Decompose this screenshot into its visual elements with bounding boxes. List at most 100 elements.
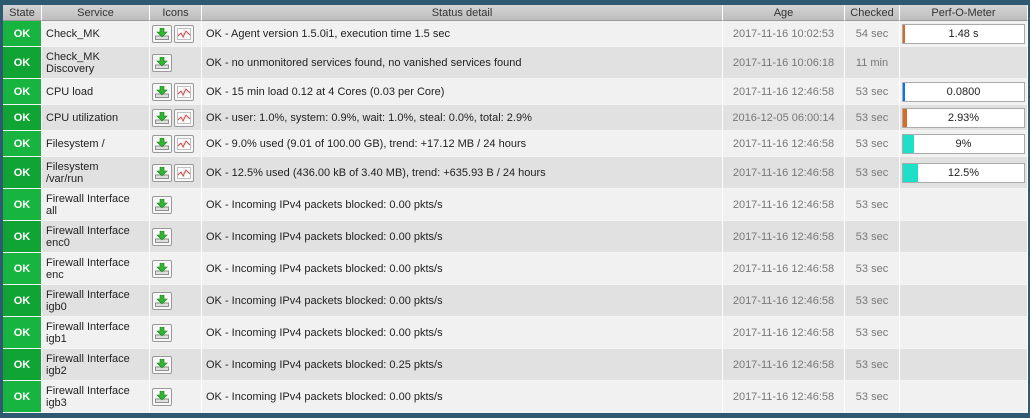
service-name-line1: Firewall Interface	[46, 352, 130, 365]
last-checked: 53 sec	[845, 131, 900, 157]
service-name-line2: enc0	[46, 236, 70, 249]
status-detail: OK - Incoming IPv4 packets blocked: 0.00…	[202, 381, 723, 413]
table-row: OK Firewall Interface enc OK - Incoming IPv…	[3, 253, 1028, 285]
service-name[interactable]: Check_MK Discovery	[42, 47, 150, 79]
icons-cell	[150, 47, 202, 79]
graph-icon[interactable]	[174, 24, 194, 43]
status-badge[interactable]: OK	[3, 381, 42, 413]
service-name-line1: Firewall Interface	[46, 224, 130, 237]
service-name-line1: Check_MK	[46, 50, 100, 63]
table-row: OK Filesystem / OK - 9.0% used (9.01 of 10…	[3, 131, 1028, 157]
action-icon[interactable]	[152, 259, 172, 278]
perf-o-meter-cell	[900, 317, 1028, 349]
last-checked: 54 sec	[845, 21, 900, 47]
service-name[interactable]: Filesystem /	[42, 131, 150, 157]
last-checked: 53 sec	[845, 157, 900, 189]
service-name-line1: Firewall Interface	[46, 320, 130, 333]
age-timestamp: 2017-11-16 12:46:58	[723, 381, 845, 413]
perf-o-meter-cell: 0.0800	[900, 79, 1028, 105]
col-header-checked[interactable]: Checked	[845, 5, 900, 21]
service-name[interactable]: Filesystem/var/run	[42, 157, 150, 189]
perf-o-meter[interactable]: 0.0800	[902, 81, 1025, 102]
service-name[interactable]: CPU utilization	[42, 105, 150, 131]
action-icon[interactable]	[152, 134, 172, 153]
col-header-service[interactable]: Service	[42, 5, 150, 21]
perf-o-meter-cell	[900, 253, 1028, 285]
perf-o-meter[interactable]: 1.48 s	[902, 23, 1025, 44]
action-icon[interactable]	[152, 108, 172, 127]
action-icon[interactable]	[152, 195, 172, 214]
age-timestamp: 2017-11-16 10:02:53	[723, 21, 845, 47]
icons-cell	[150, 349, 202, 381]
action-icon[interactable]	[152, 24, 172, 43]
status-badge[interactable]: OK	[3, 157, 42, 189]
col-header-perf-o-meter[interactable]: Perf-O-Meter	[900, 5, 1028, 21]
status-badge[interactable]: OK	[3, 47, 42, 79]
status-badge[interactable]: OK	[3, 21, 42, 47]
service-name-line1: Check_MK	[46, 27, 100, 40]
action-icon[interactable]	[152, 227, 172, 246]
icons-cell	[150, 131, 202, 157]
graph-icon[interactable]	[174, 82, 194, 101]
perf-o-meter-cell	[900, 221, 1028, 253]
service-name-line1: Firewall Interface	[46, 288, 130, 301]
icons-cell	[150, 79, 202, 105]
icons-cell	[150, 221, 202, 253]
action-icon[interactable]	[152, 82, 172, 101]
status-badge[interactable]: OK	[3, 79, 42, 105]
last-checked: 53 sec	[845, 105, 900, 131]
perf-o-meter-cell: 9%	[900, 131, 1028, 157]
action-icon[interactable]	[152, 387, 172, 406]
age-timestamp: 2017-11-16 12:46:58	[723, 131, 845, 157]
perf-o-meter-cell	[900, 47, 1028, 79]
perf-o-meter[interactable]: 2.93%	[902, 107, 1025, 128]
status-detail: OK - 12.5% used (436.00 kB of 3.40 MB), …	[202, 157, 723, 189]
service-name[interactable]: Firewall Interface all	[42, 189, 150, 221]
last-checked: 53 sec	[845, 381, 900, 413]
last-checked: 53 sec	[845, 189, 900, 221]
col-header-status-detail[interactable]: Status detail	[202, 5, 723, 21]
status-badge[interactable]: OK	[3, 285, 42, 317]
status-detail: OK - Incoming IPv4 packets blocked: 0.00…	[202, 285, 723, 317]
service-name[interactable]: Check_MK	[42, 21, 150, 47]
service-name[interactable]: Firewall Interface igb0	[42, 285, 150, 317]
status-badge[interactable]: OK	[3, 317, 42, 349]
perf-o-meter-value: 0.0800	[946, 85, 981, 98]
action-icon[interactable]	[152, 355, 172, 374]
icons-cell	[150, 253, 202, 285]
service-name[interactable]: Firewall Interface enc0	[42, 221, 150, 253]
status-badge[interactable]: OK	[3, 189, 42, 221]
graph-icon[interactable]	[174, 163, 194, 182]
status-badge[interactable]: OK	[3, 105, 42, 131]
status-badge[interactable]: OK	[3, 349, 42, 381]
service-name[interactable]: Firewall Interface igb1	[42, 317, 150, 349]
col-header-icons[interactable]: Icons	[150, 5, 202, 21]
status-detail: OK - Incoming IPv4 packets blocked: 0.00…	[202, 189, 723, 221]
perf-o-meter[interactable]: 12.5%	[902, 162, 1025, 183]
table-body: OK Check_MK OK - Agent version 1.5.0i1, ex…	[3, 21, 1028, 413]
icons-cell	[150, 381, 202, 413]
action-icon[interactable]	[152, 291, 172, 310]
services-table: State Service Icons Status detail Age Ch…	[3, 5, 1028, 413]
service-name-line2: /var/run	[46, 172, 84, 185]
service-name[interactable]: Firewall Interface igb2	[42, 349, 150, 381]
perf-o-meter-value: 1.48 s	[948, 27, 979, 40]
service-name[interactable]: Firewall Interface enc	[42, 253, 150, 285]
age-timestamp: 2017-11-16 12:46:58	[723, 221, 845, 253]
action-icon[interactable]	[152, 163, 172, 182]
graph-icon[interactable]	[174, 134, 194, 153]
status-badge[interactable]: OK	[3, 253, 42, 285]
service-name[interactable]: Firewall Interface igb3	[42, 381, 150, 413]
action-icon[interactable]	[152, 323, 172, 342]
status-detail: OK - Agent version 1.5.0i1, execution ti…	[202, 21, 723, 47]
col-header-state[interactable]: State	[3, 5, 42, 21]
status-badge[interactable]: OK	[3, 221, 42, 253]
action-icon[interactable]	[152, 53, 172, 72]
perf-o-meter-cell	[900, 285, 1028, 317]
service-name[interactable]: CPU load	[42, 79, 150, 105]
perf-o-meter[interactable]: 9%	[902, 133, 1025, 154]
col-header-age[interactable]: Age	[723, 5, 845, 21]
service-name-line2: Discovery	[46, 62, 95, 75]
graph-icon[interactable]	[174, 108, 194, 127]
status-badge[interactable]: OK	[3, 131, 42, 157]
